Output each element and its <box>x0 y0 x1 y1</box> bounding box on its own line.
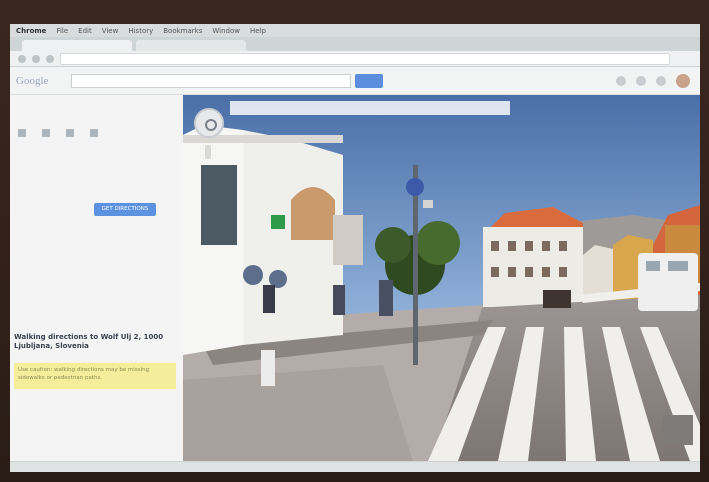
menu-edit[interactable]: Edit <box>78 27 92 35</box>
menu-view[interactable]: View <box>102 27 119 35</box>
apps-icon[interactable] <box>616 75 626 86</box>
menu-help[interactable]: Help <box>250 27 266 35</box>
travel-modes <box>18 129 98 137</box>
status-bar <box>10 461 700 472</box>
menu-bookmarks[interactable]: Bookmarks <box>163 27 202 35</box>
browser-tab-1[interactable] <box>22 40 132 51</box>
menu-window[interactable]: Window <box>212 27 240 35</box>
bike-icon[interactable] <box>90 129 98 137</box>
photo-frame: Chrome File Edit View History Bookmarks … <box>0 0 709 482</box>
maps-header: Google <box>10 67 700 95</box>
car-icon[interactable] <box>18 129 26 137</box>
walk-icon[interactable] <box>66 129 74 137</box>
menu-file[interactable]: File <box>56 27 68 35</box>
share-icon[interactable] <box>656 75 666 86</box>
notifications-icon[interactable] <box>636 75 646 86</box>
avatar[interactable] <box>676 73 690 88</box>
address-bar-row <box>10 51 700 67</box>
search-input[interactable] <box>71 73 351 88</box>
tab-bar <box>10 37 700 51</box>
search-button[interactable] <box>355 73 383 88</box>
get-directions-button[interactable]: GET DIRECTIONS <box>94 203 156 216</box>
street-view-panel[interactable] <box>183 95 700 461</box>
street-view-address-card <box>230 101 510 115</box>
projected-screen: Chrome File Edit View History Bookmarks … <box>10 24 700 472</box>
menu-bar: Chrome File Edit View History Bookmarks … <box>10 24 700 37</box>
pegman-icon[interactable] <box>205 145 211 159</box>
browser-tab-2[interactable] <box>136 40 246 51</box>
street-view-image[interactable] <box>183 95 700 461</box>
reload-icon[interactable] <box>46 54 54 63</box>
directions-title: Walking directions to Wolf Ulj 2, 1000 L… <box>14 333 164 350</box>
back-icon[interactable] <box>18 54 26 63</box>
forward-icon[interactable] <box>32 54 40 63</box>
google-logo[interactable]: Google <box>16 75 71 87</box>
url-input[interactable] <box>60 52 670 65</box>
menu-app-name[interactable]: Chrome <box>16 27 46 35</box>
header-icons <box>616 73 690 88</box>
directions-sidebar: GET DIRECTIONS Walking directions to Wol… <box>10 95 184 461</box>
menu-history[interactable]: History <box>128 27 153 35</box>
transit-icon[interactable] <box>42 129 50 137</box>
walking-warning: Use caution: walking directions may be m… <box>14 363 176 389</box>
compass-icon[interactable] <box>194 108 224 138</box>
